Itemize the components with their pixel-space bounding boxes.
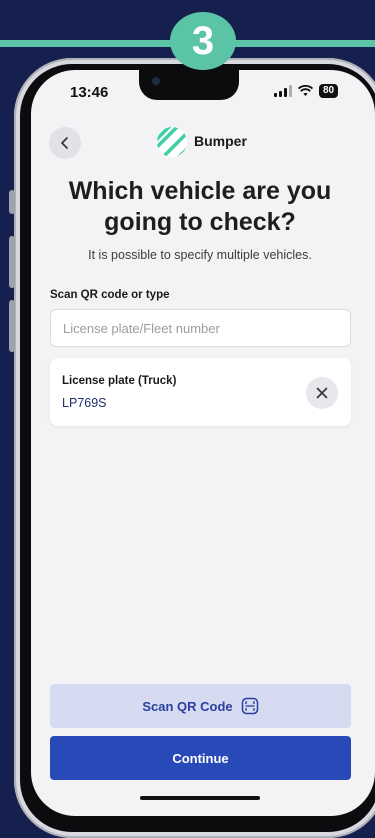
vehicle-type-label: License plate (Truck) bbox=[62, 375, 177, 387]
chevron-left-icon bbox=[61, 137, 68, 149]
vehicle-plate-value: LP769S bbox=[62, 396, 107, 410]
continue-label: Continue bbox=[172, 750, 229, 766]
scan-qr-button[interactable]: Scan QR Code bbox=[50, 684, 351, 728]
scan-qr-label: Scan QR Code bbox=[142, 698, 233, 714]
close-icon bbox=[316, 387, 328, 399]
mute-switch bbox=[9, 190, 15, 214]
volume-down-button bbox=[9, 300, 15, 352]
license-plate-input[interactable] bbox=[50, 309, 351, 347]
wifi-icon bbox=[298, 85, 313, 96]
brand-name: Bumper bbox=[194, 133, 247, 149]
back-button[interactable] bbox=[49, 127, 81, 159]
search-label: Scan QR code or type bbox=[50, 289, 170, 301]
signal-icon bbox=[274, 85, 292, 97]
home-indicator bbox=[140, 796, 260, 800]
continue-button[interactable]: Continue bbox=[50, 736, 351, 780]
bumper-logo-icon bbox=[157, 127, 187, 157]
vehicle-card: License plate (Truck) LP769S bbox=[50, 358, 351, 426]
battery-indicator: 80 bbox=[319, 84, 339, 98]
status-time: 13:46 bbox=[70, 84, 109, 101]
status-icons: 80 bbox=[274, 84, 339, 98]
page-subtitle: It is possible to specify multiple vehic… bbox=[88, 248, 312, 262]
volume-up-button bbox=[9, 236, 15, 288]
page-title: Which vehicle are you going to check? bbox=[68, 177, 332, 236]
step-badge: 3 bbox=[170, 12, 236, 70]
notch bbox=[139, 70, 239, 100]
qr-scan-icon bbox=[241, 697, 258, 715]
remove-vehicle-button[interactable] bbox=[306, 377, 338, 409]
camera-icon bbox=[152, 77, 160, 85]
